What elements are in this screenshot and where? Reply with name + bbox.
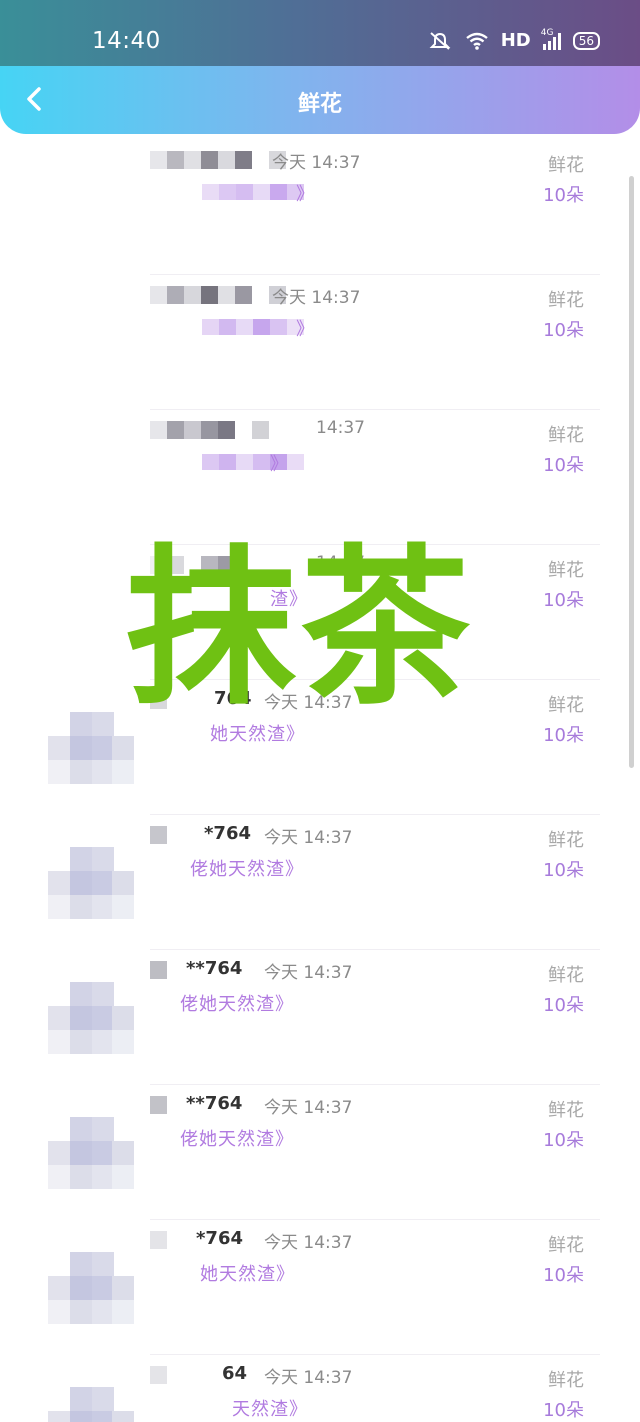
send-time: 今天 14:37 — [264, 1233, 353, 1253]
gift-message: 》 — [296, 319, 315, 340]
gift-message: 》 — [270, 454, 289, 475]
gift-record-row[interactable]: 今天 14:37 》 鲜花 10朵 — [0, 275, 640, 410]
mute-bell-icon — [429, 31, 451, 50]
status-bar: 14:40 HD 4G 56 — [0, 0, 640, 66]
gift-name: 鲜花 — [548, 1235, 584, 1256]
gift-name: 鲜花 — [548, 560, 584, 581]
gift-count: 10朵 — [543, 455, 584, 476]
gift-message: 佬她天然渣》 — [180, 1129, 294, 1150]
message-mosaic — [202, 319, 304, 335]
gift-count: 10朵 — [543, 1400, 584, 1421]
send-time: 今天 14:37 — [264, 963, 353, 983]
signal-network-label: 4G — [540, 27, 554, 38]
nav-bar: 鲜花 — [0, 66, 640, 134]
send-time: 14:37 — [316, 418, 365, 438]
gift-record-row[interactable]: *764 今天 14:37 她天然渣》 鲜花 10朵 — [0, 1220, 640, 1355]
page-title: 鲜花 — [297, 92, 342, 117]
avatar[interactable] — [48, 1387, 134, 1422]
scrollbar[interactable] — [629, 176, 634, 768]
status-icons: HD 4G 56 — [427, 28, 600, 51]
status-time: 14:40 — [92, 28, 161, 54]
sender-name: 64 — [222, 1363, 248, 1384]
name-mosaic — [150, 286, 286, 304]
wifi-icon — [465, 32, 488, 50]
gift-message: 佬她天然渣》 — [180, 994, 294, 1015]
avatar[interactable] — [48, 982, 134, 1054]
gift-name: 鲜花 — [548, 695, 584, 716]
watermark-text: 抹茶 — [126, 530, 475, 728]
sender-name: *764 — [196, 1228, 243, 1249]
gift-count: 10朵 — [543, 590, 584, 611]
gift-count: 10朵 — [543, 1130, 584, 1151]
gift-record-row[interactable]: 64 今天 14:37 天然渣》 鲜花 10朵 — [0, 1355, 640, 1422]
gift-count: 10朵 — [543, 995, 584, 1016]
gift-name: 鲜花 — [548, 1370, 584, 1391]
avatar[interactable] — [48, 847, 134, 919]
message-mosaic — [202, 184, 304, 200]
gift-message: 佬她天然渣》 — [190, 859, 304, 880]
gift-record-row[interactable]: 今天 14:37 》 鲜花 10朵 — [0, 140, 640, 275]
gift-name: 鲜花 — [548, 290, 584, 311]
gift-count: 10朵 — [543, 860, 584, 881]
gift-record-row[interactable]: **764 今天 14:37 佬她天然渣》 鲜花 10朵 — [0, 1085, 640, 1220]
gift-name: 鲜花 — [548, 830, 584, 851]
sender-name: **764 — [186, 958, 243, 979]
gift-name: 鲜花 — [548, 1100, 584, 1121]
gift-record-row[interactable]: *764 今天 14:37 佬她天然渣》 鲜花 10朵 — [0, 815, 640, 950]
gift-count: 10朵 — [543, 185, 584, 206]
sender-name: *764 — [204, 823, 251, 844]
send-time: 今天 14:37 — [264, 1368, 353, 1388]
gift-count: 10朵 — [543, 725, 584, 746]
sender-name: **764 — [186, 1093, 243, 1114]
gift-name: 鲜花 — [548, 965, 584, 986]
hd-label: HD — [500, 30, 531, 51]
gift-count: 10朵 — [543, 1265, 584, 1286]
send-time: 今天 14:37 — [264, 1098, 353, 1118]
gift-message: 天然渣》 — [232, 1399, 308, 1420]
name-mosaic — [150, 151, 286, 169]
avatar[interactable] — [48, 712, 134, 784]
battery-level: 56 — [578, 33, 594, 48]
gift-message: 》 — [296, 184, 315, 205]
gift-count: 10朵 — [543, 320, 584, 341]
signal-icon: 4G — [541, 28, 561, 50]
gift-name: 鲜花 — [548, 155, 584, 176]
gift-record-row[interactable]: **764 今天 14:37 佬她天然渣》 鲜花 10朵 — [0, 950, 640, 1085]
send-time: 今天 14:37 — [264, 828, 353, 848]
gift-record-list[interactable]: 今天 14:37 》鲜花 10朵 今天 14:37 》鲜花 10朵 14:37 》鲜花 10朵 1… — [0, 140, 640, 1422]
gift-message: 她天然渣》 — [200, 1264, 295, 1285]
avatar[interactable] — [48, 1252, 134, 1324]
avatar[interactable] — [48, 1117, 134, 1189]
send-time: 今天 14:37 — [272, 153, 361, 173]
battery-icon: 56 — [572, 31, 600, 50]
name-mosaic — [150, 421, 286, 439]
send-time: 今天 14:37 — [272, 288, 361, 308]
gift-name: 鲜花 — [548, 425, 584, 446]
